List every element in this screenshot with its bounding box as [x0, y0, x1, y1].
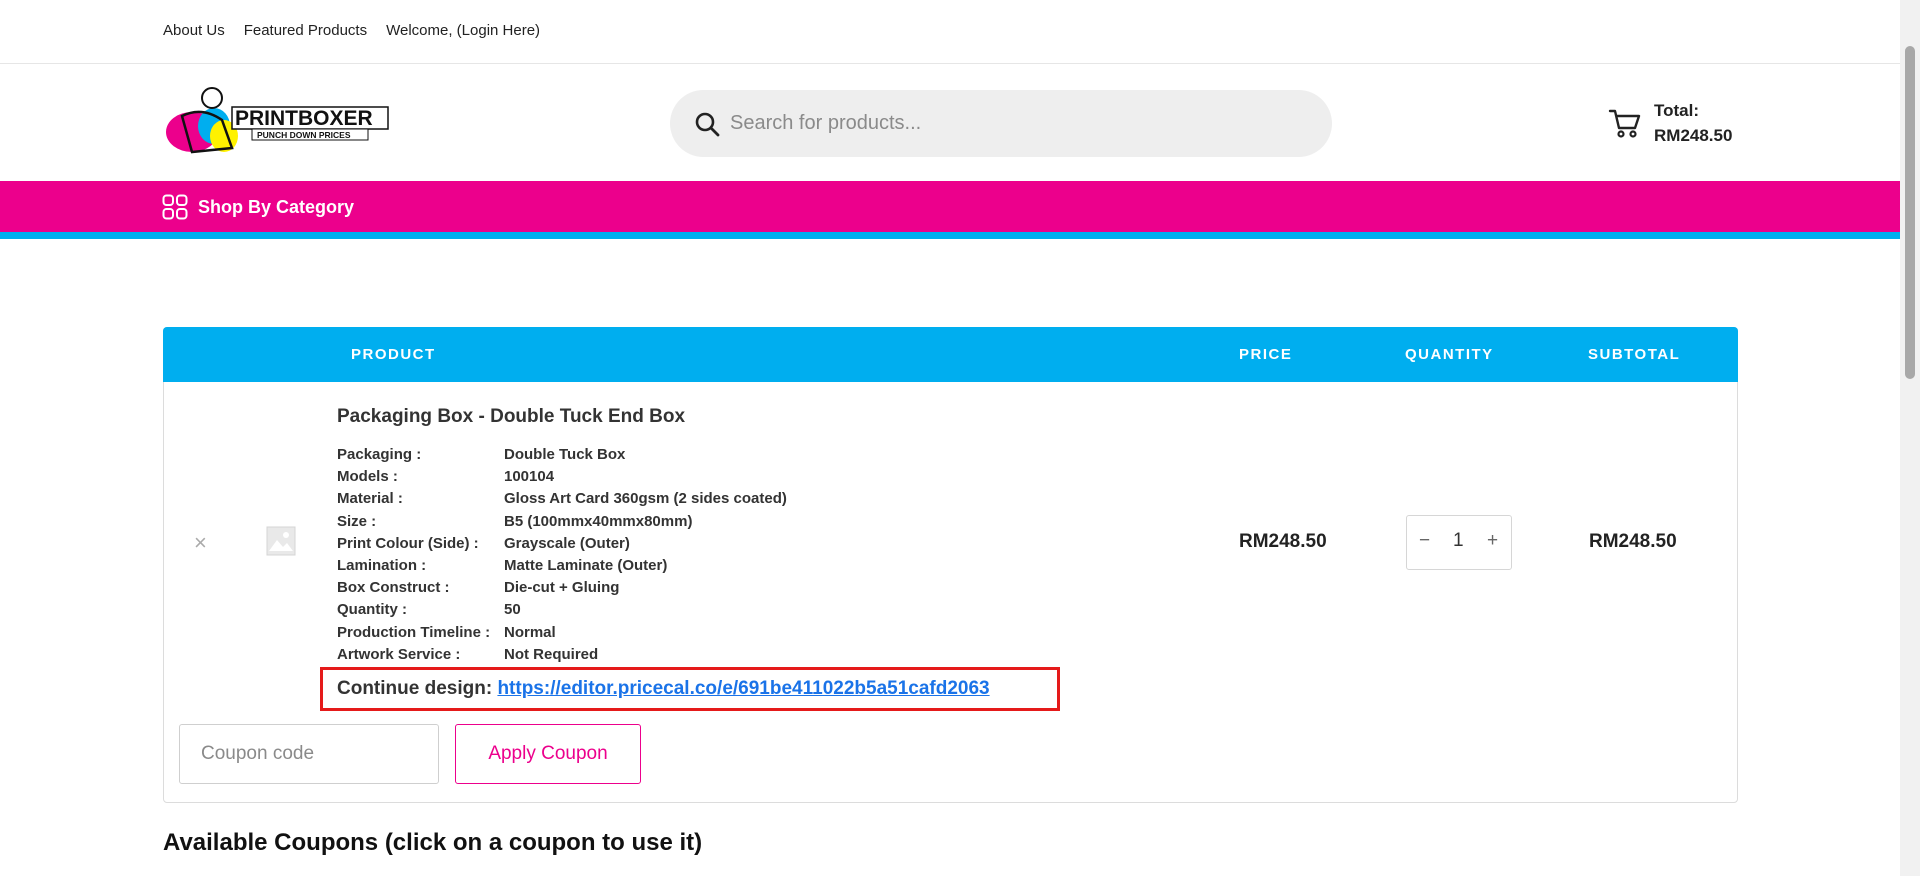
header-quantity: QUANTITY [1405, 346, 1494, 363]
continue-design-link[interactable]: https://editor.pricecal.co/e/691be411022… [497, 678, 989, 699]
cart-total-value: RM248.50 [1654, 126, 1733, 145]
item-price: RM248.50 [1239, 531, 1327, 552]
coupon-code-input[interactable] [179, 724, 439, 784]
attribute-value: B5 (100mmx40mmx80mm) [504, 512, 693, 530]
logo-tagline: PUNCH DOWN PRICES [257, 130, 351, 140]
attribute-label: Models : [337, 468, 398, 486]
scrollbar-thumb[interactable] [1905, 46, 1915, 379]
attribute-label: Quantity : [337, 601, 407, 619]
category-navbar: Shop By Category [0, 181, 1900, 239]
header-subtotal: SUBTOTAL [1588, 346, 1681, 363]
attribute-row: Artwork Service : Not Required [337, 644, 787, 666]
top-links: About Us Featured Products Welcome, (Log… [163, 22, 540, 39]
quantity-value[interactable]: 1 [1453, 530, 1464, 552]
attribute-label: Production Timeline : [337, 623, 491, 641]
search-input[interactable] [730, 102, 1310, 144]
cart-total-label: Total: [1654, 101, 1700, 120]
attribute-label: Box Construct : [337, 579, 450, 597]
attribute-label: Print Colour (Side) : [337, 534, 479, 552]
available-coupons-heading: Available Coupons (click on a coupon to … [163, 829, 703, 856]
attribute-value: Normal [504, 623, 556, 641]
attribute-row: Lamination : Matte Laminate (Outer) [337, 555, 787, 577]
header-price: PRICE [1239, 346, 1293, 363]
page-scrollbar[interactable] [1900, 0, 1920, 876]
remove-item-button[interactable]: × [194, 530, 207, 556]
continue-design-label: Continue design: [337, 678, 493, 699]
quantity-decrease-button[interactable]: − [1419, 530, 1430, 552]
attribute-value: Not Required [504, 645, 599, 663]
cart-table-header: PRODUCT PRICE QUANTITY SUBTOTAL [163, 327, 1738, 382]
search-bar [670, 90, 1332, 157]
cart-total: Total: RM248.50 [1654, 98, 1732, 148]
item-subtotal: RM248.50 [1589, 531, 1677, 552]
attribute-label: Size : [337, 512, 377, 530]
shop-by-category-button[interactable]: Shop By Category [162, 194, 354, 220]
shop-by-category-label: Shop By Category [198, 196, 355, 217]
attribute-value: Die-cut + Gluing [504, 579, 620, 597]
header-product: PRODUCT [351, 346, 436, 363]
attribute-row: Box Construct : Die-cut + Gluing [337, 577, 787, 599]
attribute-value: 50 [504, 601, 521, 619]
quantity-stepper: − 1 + [1406, 515, 1512, 570]
search-icon[interactable] [694, 111, 720, 137]
attribute-row: Packaging : Double Tuck Box [337, 444, 787, 466]
product-attributes: Packaging : Double Tuck Box Models : 10010… [337, 444, 787, 666]
login-link[interactable]: Welcome, (Login Here) [386, 22, 540, 39]
attribute-row: Size : B5 (100mmx40mmx80mm) [337, 511, 787, 533]
attribute-label: Material : [337, 490, 403, 508]
attribute-row: Production Timeline : Normal [337, 622, 787, 644]
attribute-value: Gloss Art Card 360gsm (2 sides coated) [504, 490, 787, 508]
attribute-row: Print Colour (Side) : Grayscale (Outer) [337, 533, 787, 555]
top-links-bar: About Us Featured Products Welcome, (Log… [0, 0, 1900, 64]
attribute-value: 100104 [504, 468, 555, 486]
attribute-row: Models : 100104 [337, 466, 787, 488]
attribute-row: Material : Gloss Art Card 360gsm (2 sides… [337, 488, 787, 510]
site-header: PRINTBOXER PUNCH DOWN PRICES Total: RM24… [0, 64, 1900, 181]
about-us-link[interactable]: About Us [163, 22, 225, 39]
attribute-value: Grayscale (Outer) [504, 534, 630, 552]
continue-design-highlight: Continue design: https://editor.pricecal… [320, 667, 1060, 711]
cart-icon[interactable] [1608, 106, 1642, 140]
product-placeholder-image-icon[interactable] [266, 526, 296, 556]
featured-products-link[interactable]: Featured Products [244, 22, 367, 39]
logo-wordmark: PRINTBOXER [235, 107, 373, 130]
apply-coupon-button[interactable]: Apply Coupon [455, 724, 641, 784]
attribute-value: Matte Laminate (Outer) [504, 556, 668, 574]
cart-table: PRODUCT PRICE QUANTITY SUBTOTAL × Packag… [163, 327, 1738, 803]
cart-summary[interactable]: Total: RM248.50 [1608, 98, 1732, 148]
quantity-increase-button[interactable]: + [1487, 530, 1498, 552]
grid-icon [162, 194, 188, 220]
product-name[interactable]: Packaging Box - Double Tuck End Box [337, 406, 685, 428]
attribute-row: Quantity : 50 [337, 599, 787, 621]
attribute-label: Artwork Service : [337, 645, 461, 663]
attribute-label: Lamination : [337, 556, 427, 574]
attribute-label: Packaging : [337, 446, 422, 463]
attribute-value: Double Tuck Box [504, 446, 626, 463]
printboxer-logo[interactable]: PRINTBOXER PUNCH DOWN PRICES [162, 86, 390, 160]
navbar-accent-stripe [0, 232, 1900, 239]
